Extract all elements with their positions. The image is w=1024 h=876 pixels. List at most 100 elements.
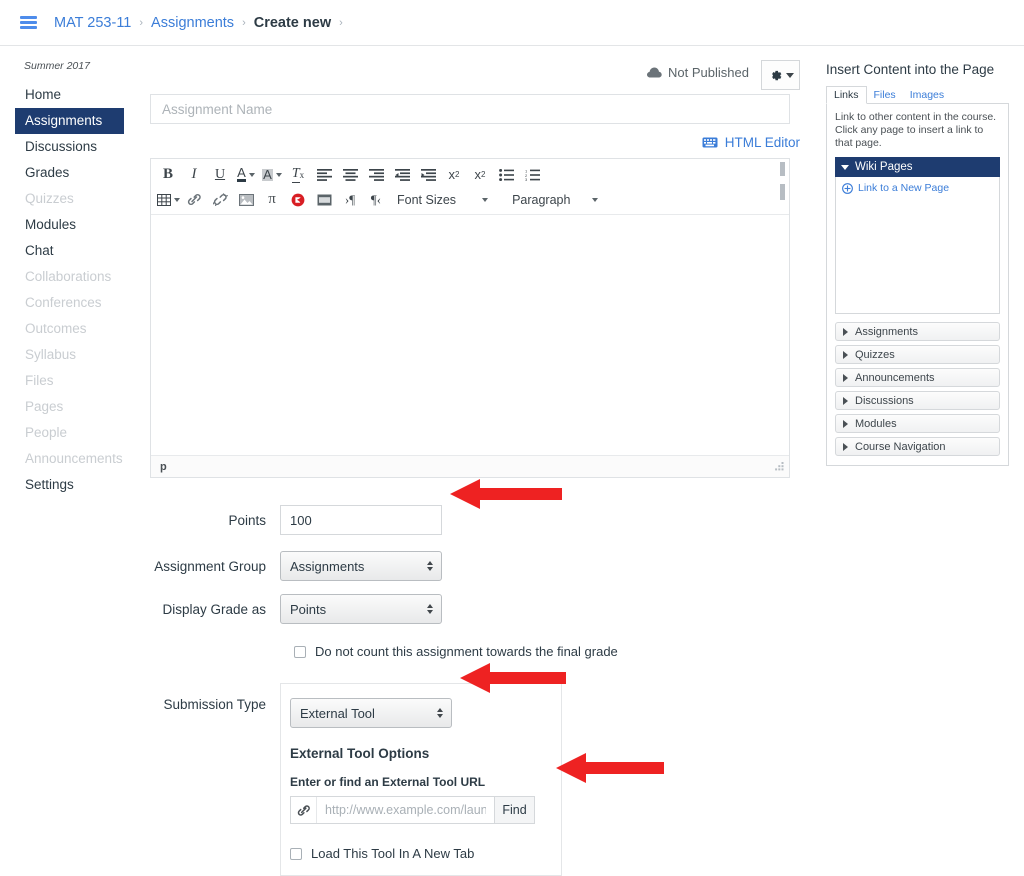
align-right-icon[interactable]	[363, 163, 389, 187]
sidebar-item-modules[interactable]: Modules	[15, 212, 124, 238]
submission-type-value: External Tool	[300, 705, 375, 721]
paragraph-format-select[interactable]: Paragraph	[504, 188, 602, 212]
editor-toolbar-row-1: B I U A A Tx x 2 x 2 1 2 3	[155, 162, 785, 187]
load-in-new-tab-label: Load This Tool In A New Tab	[311, 846, 475, 861]
breadcrumb-item-create-new: Create new	[253, 14, 332, 31]
sidebar-item-settings[interactable]: Settings	[15, 472, 124, 498]
insert-content-title: Insert Content into the Page	[826, 62, 995, 77]
accordion-quizzes[interactable]: Quizzes	[835, 345, 1000, 364]
sidebar-item-conferences[interactable]: Conferences	[15, 290, 124, 316]
wiki-pages-label: Wiki Pages	[855, 161, 913, 173]
sidebar-item-syllabus[interactable]: Syllabus	[15, 342, 124, 368]
sidebar-item-collaborations[interactable]: Collaborations	[15, 264, 124, 290]
breadcrumb: MAT 253-11 › Assignments › Create new ›	[54, 15, 351, 31]
sidebar-item-discussions[interactable]: Discussions	[15, 134, 124, 160]
breadcrumb-separator: ›	[339, 16, 343, 29]
course-term-label: Summer 2017	[24, 60, 90, 72]
load-in-new-tab-checkbox[interactable]	[290, 847, 302, 860]
submission-type-select[interactable]: External Tool	[290, 698, 452, 728]
accordion-label: Discussions	[855, 394, 914, 407]
sidebar-item-pages[interactable]: Pages	[15, 394, 124, 420]
assignment-group-select[interactable]: Assignments	[280, 551, 442, 581]
plus-circle-icon	[842, 182, 853, 194]
sidebar-item-announcements[interactable]: Announcements	[15, 446, 124, 472]
display-grade-as-select[interactable]: Points	[280, 594, 442, 624]
select-arrows-icon	[427, 561, 433, 571]
accordion-label: Course Navigation	[855, 440, 946, 453]
resize-grip-icon[interactable]	[775, 462, 784, 471]
omit-from-final-grade-label: Do not count this assignment towards the…	[315, 644, 618, 659]
outdent-icon[interactable]	[389, 163, 415, 187]
accordion-assignments[interactable]: Assignments	[835, 322, 1000, 341]
rich-content-editor: B I U A A Tx x 2 x 2 1 2 3 π ›¶ ¶‹ Font …	[150, 158, 790, 478]
external-tool-url-input[interactable]	[317, 797, 495, 823]
align-left-icon[interactable]	[311, 163, 337, 187]
points-label: Points	[228, 512, 266, 528]
sidebar-item-home[interactable]: Home	[15, 82, 124, 108]
link-icon[interactable]	[181, 188, 207, 212]
tab-images[interactable]: Images	[903, 87, 951, 103]
wiki-pages-header[interactable]: Wiki Pages	[835, 157, 1000, 177]
toolbar-overflow-indicator[interactable]	[780, 184, 785, 200]
text-color-icon[interactable]: A	[233, 163, 259, 187]
points-input[interactable]	[280, 505, 442, 535]
settings-menu-button[interactable]	[761, 60, 800, 90]
table-icon[interactable]	[155, 188, 181, 212]
sidebar-item-quizzes[interactable]: Quizzes	[15, 186, 124, 212]
bold-icon[interactable]: B	[155, 163, 181, 187]
underline-icon[interactable]: U	[207, 163, 233, 187]
accordion-announcements[interactable]: Announcements	[835, 368, 1000, 387]
chevron-right-icon	[843, 327, 848, 336]
editor-content-area[interactable]	[151, 215, 789, 455]
link-icon	[291, 797, 318, 823]
submission-type-panel: External Tool External Tool Options Ente…	[280, 683, 562, 876]
sidebar-item-people[interactable]: People	[15, 420, 124, 446]
chevron-down-icon	[482, 197, 489, 202]
subscript-icon[interactable]: x2	[467, 163, 493, 187]
indent-icon[interactable]	[415, 163, 441, 187]
embed-media-icon[interactable]	[311, 188, 337, 212]
sidebar-item-outcomes[interactable]: Outcomes	[15, 316, 124, 342]
sidebar-item-files[interactable]: Files	[15, 368, 124, 394]
accordion-discussions[interactable]: Discussions	[835, 391, 1000, 410]
assignment-form: Not Published HTML Editor B	[150, 60, 800, 876]
accordion-course-navigation[interactable]: Course Navigation	[835, 437, 1000, 456]
accordion-modules[interactable]: Modules	[835, 414, 1000, 433]
sidebar-item-grades[interactable]: Grades	[15, 160, 124, 186]
tab-files[interactable]: Files	[867, 87, 903, 103]
breadcrumb-item-assignments[interactable]: Assignments	[151, 15, 234, 31]
math-equation-icon[interactable]: π	[259, 188, 285, 212]
font-sizes-label: Font Sizes	[397, 192, 457, 207]
insert-content-description: Link to other content in the course. Cli…	[835, 111, 997, 149]
background-color-icon[interactable]: A	[259, 163, 285, 187]
sidebar-item-assignments[interactable]: Assignments	[15, 108, 124, 134]
display-grade-as-label: Display Grade as	[162, 601, 266, 617]
assignment-name-input[interactable]	[150, 94, 790, 124]
superscript-icon[interactable]: x2	[441, 163, 467, 187]
clear-formatting-icon[interactable]: Tx	[285, 163, 311, 187]
tab-links[interactable]: Links	[826, 86, 867, 104]
accordion-label: Announcements	[855, 371, 935, 384]
sidebar-item-chat[interactable]: Chat	[15, 238, 124, 264]
html-editor-link[interactable]: HTML Editor	[725, 135, 800, 150]
toolbar-overflow-indicator[interactable]	[780, 162, 785, 176]
publish-status-button[interactable]: Not Published	[647, 65, 749, 80]
find-button[interactable]: Find	[494, 797, 534, 823]
link-to-new-page-item[interactable]: Link to a New Page	[842, 182, 993, 194]
rtl-paragraph-icon[interactable]: ›¶	[337, 188, 363, 212]
image-icon[interactable]	[233, 188, 259, 212]
html-editor-row: HTML Editor	[150, 129, 800, 155]
editor-element-path: p	[160, 460, 167, 473]
italic-icon[interactable]: I	[181, 163, 207, 187]
align-center-icon[interactable]	[337, 163, 363, 187]
ltr-paragraph-icon[interactable]: ¶‹	[363, 188, 389, 212]
omit-from-final-grade-checkbox[interactable]	[294, 645, 306, 658]
chevron-down-icon	[841, 164, 849, 170]
numbered-list-icon[interactable]: 123	[519, 163, 545, 187]
record-media-icon[interactable]	[285, 188, 311, 212]
breadcrumb-item-course[interactable]: MAT 253-11	[54, 15, 131, 31]
hamburger-icon[interactable]	[20, 16, 37, 29]
unlink-icon[interactable]	[207, 188, 233, 212]
font-sizes-select[interactable]: Font Sizes	[389, 188, 492, 212]
bulleted-list-icon[interactable]	[493, 163, 519, 187]
